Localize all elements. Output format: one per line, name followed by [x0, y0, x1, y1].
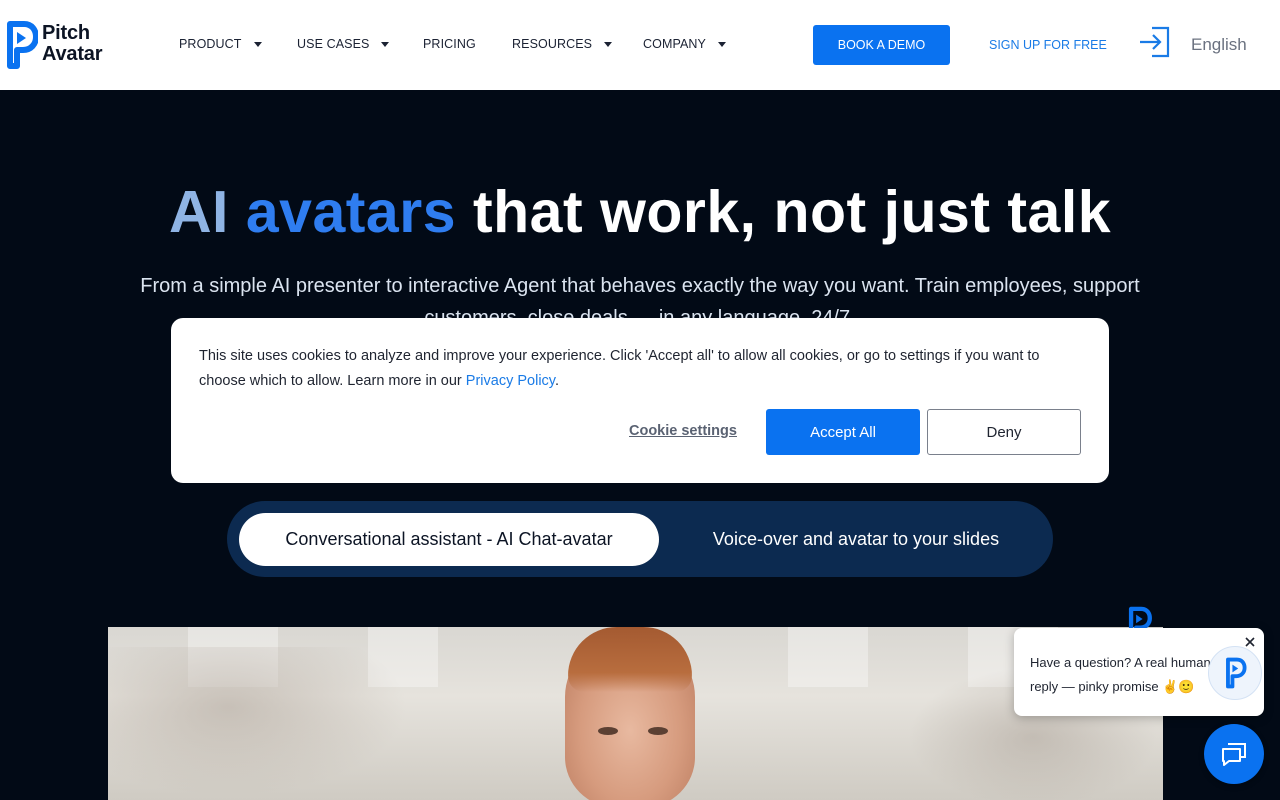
chat-agent-avatar: [1208, 646, 1262, 700]
close-icon[interactable]: [1242, 634, 1258, 650]
pitch-avatar-logo-icon: [1226, 657, 1247, 689]
chat-greeting-bubble[interactable]: Have a question? A real human will reply…: [1014, 628, 1264, 716]
avatar-eye: [598, 727, 618, 735]
cookie-message: This site uses cookies to analyze and im…: [199, 344, 1089, 394]
chat-launcher-button[interactable]: [1204, 724, 1264, 784]
chat-icon: [1222, 743, 1246, 766]
cookie-message-text: This site uses cookies to analyze and im…: [199, 348, 1040, 389]
hero-title: AI avatars that work, not just talk: [0, 178, 1280, 246]
avatar-presenter-hair: [568, 627, 692, 692]
nav-use-cases[interactable]: USE CASES: [297, 37, 390, 51]
chevron-down-icon: [381, 41, 390, 47]
nav-company-label: COMPANY: [643, 37, 706, 51]
nav-product[interactable]: PRODUCT: [179, 37, 262, 51]
logo[interactable]: Pitch Avatar: [4, 20, 114, 70]
nav-resources-label: RESOURCES: [512, 37, 593, 51]
cookie-message-period: .: [554, 373, 559, 389]
avatar-video-preview[interactable]: [108, 627, 1163, 800]
nav-use-cases-label: USE CASES: [297, 37, 370, 51]
accept-all-button[interactable]: Accept All: [766, 409, 920, 455]
top-navigation: Pitch Avatar PRODUCT USE CASES PRICING R…: [0, 0, 1280, 90]
avatar-eye: [648, 727, 668, 735]
hero-title-rest: that work, not just talk: [472, 179, 1112, 245]
chevron-down-icon: [253, 41, 262, 47]
language-selector[interactable]: English: [1191, 35, 1247, 55]
sign-up-link[interactable]: SIGN UP FOR FREE: [989, 38, 1107, 52]
login-icon[interactable]: [1138, 25, 1172, 59]
tab-voice-over-slides[interactable]: Voice-over and avatar to your slides: [671, 513, 1041, 566]
background-beam: [788, 627, 868, 687]
nav-pricing[interactable]: PRICING: [423, 37, 476, 51]
cookie-consent-banner: This site uses cookies to analyze and im…: [171, 318, 1109, 483]
nav-resources[interactable]: RESOURCES: [512, 37, 613, 51]
hero-title-ai: AI: [168, 179, 229, 245]
tab-chat-avatar[interactable]: Conversational assistant - AI Chat-avata…: [239, 513, 659, 566]
background-blur: [108, 647, 408, 797]
product-mode-tabs: Conversational assistant - AI Chat-avata…: [227, 501, 1053, 577]
book-demo-button[interactable]: BOOK A DEMO: [813, 25, 950, 65]
logo-text: Pitch Avatar: [42, 22, 103, 65]
privacy-policy-link[interactable]: Privacy Policy: [466, 373, 555, 389]
hero-title-avatars: avatars: [245, 179, 457, 245]
chevron-down-icon: [604, 41, 613, 47]
nav-pricing-label: PRICING: [423, 37, 476, 51]
pitch-avatar-logo-icon: [7, 21, 38, 69]
cookie-settings-link[interactable]: Cookie settings: [629, 423, 737, 439]
chevron-down-icon: [717, 41, 726, 47]
nav-company[interactable]: COMPANY: [643, 37, 726, 51]
deny-button[interactable]: Deny: [927, 409, 1081, 455]
nav-product-label: PRODUCT: [179, 37, 242, 51]
